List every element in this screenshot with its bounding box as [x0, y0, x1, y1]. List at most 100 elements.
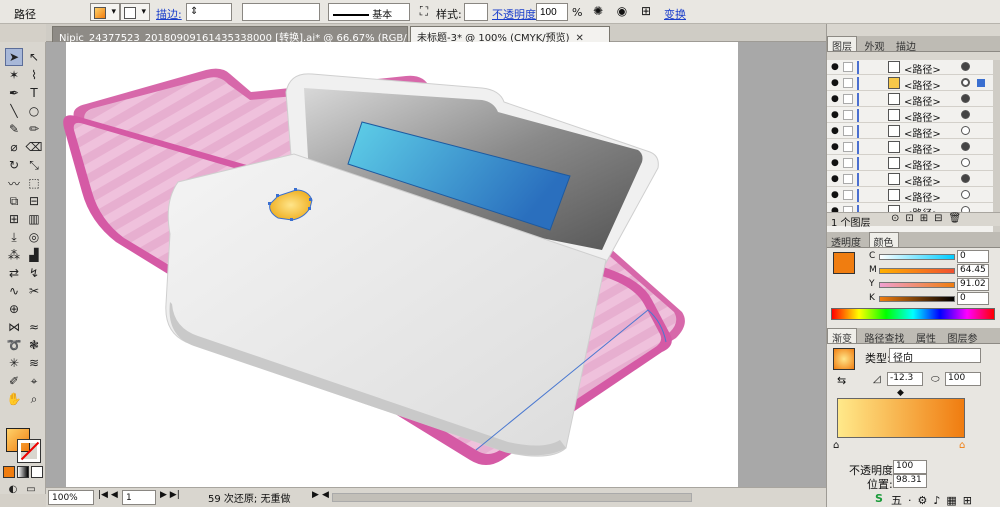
yellow-slider[interactable]: Y 91.02 — [869, 278, 995, 292]
target-icon[interactable] — [961, 126, 970, 135]
slider-track[interactable] — [879, 268, 955, 274]
layer-row[interactable]: ● <路径> — [827, 124, 993, 140]
horizontal-scrollbar[interactable] — [332, 493, 692, 502]
draw-normal-icon[interactable]: ◐ — [4, 480, 22, 498]
page-select[interactable]: 1 — [122, 490, 156, 505]
gradient-angle-input[interactable]: -12.3 — [887, 372, 923, 386]
layer-row[interactable]: ● <路径> — [827, 188, 993, 204]
eye-icon[interactable]: ● — [831, 190, 839, 200]
tab-layers[interactable]: 图层 — [827, 36, 857, 53]
zoom-tool-icon[interactable]: ⌕ — [25, 390, 43, 408]
eye-icon[interactable]: ● — [831, 126, 839, 136]
hand-tool-icon[interactable]: ✋ — [5, 390, 23, 408]
color-mode-icon[interactable] — [3, 466, 15, 478]
crystallize-tool-icon[interactable]: ✳ — [5, 354, 23, 372]
lock-toggle[interactable] — [843, 94, 853, 104]
gradient-opacity-input[interactable]: 100 — [893, 460, 927, 474]
warp-tool-icon[interactable]: 〰 — [5, 174, 23, 192]
tab-attributes[interactable]: 属性 — [912, 329, 940, 345]
tab-stroke[interactable]: 描边 — [892, 37, 920, 53]
selection-tool-icon[interactable]: ➤ — [5, 48, 23, 66]
slider-track[interactable] — [879, 282, 955, 288]
layers-list[interactable]: ● <路径> ● <路径> ● <路径> ● <路径> ● <路径> ● <路径> ● <路径… — [827, 60, 1000, 236]
eraser-tool-icon[interactable]: ⌫ — [25, 138, 43, 156]
lock-toggle[interactable] — [843, 158, 853, 168]
transform-link[interactable]: 变换 — [664, 6, 686, 22]
recolor-icon[interactable]: ✺ — [590, 3, 606, 19]
tab-transparency[interactable]: 透明度 — [827, 233, 865, 249]
screen-mode-icon[interactable]: ▭ — [22, 480, 40, 498]
reverse-gradient-icon[interactable]: ⇆ — [837, 374, 846, 387]
eye-icon[interactable]: ● — [831, 78, 839, 88]
lasso-tool-icon[interactable]: ⌇ — [25, 66, 43, 84]
first-page-icon[interactable]: |◀ ◀ — [98, 490, 118, 500]
mesh-tool-icon[interactable]: ⊞ — [5, 210, 23, 228]
eye-icon[interactable]: ● — [831, 174, 839, 184]
ellipse-tool-icon[interactable]: ○ — [25, 102, 43, 120]
pencil-tool-icon[interactable]: ✏ — [25, 120, 43, 138]
symbol-sprayer-tool-icon[interactable]: ⁂ — [5, 246, 23, 264]
lock-toggle[interactable] — [843, 62, 853, 72]
eye-icon[interactable]: ● — [831, 94, 839, 104]
scroll-left-icon[interactable]: ◀ — [322, 490, 329, 500]
stop-left-icon[interactable]: ⌂ — [833, 440, 839, 451]
tab-untitled-3[interactable]: 未标题-3* @ 100% (CMYK/预览) ✕ — [410, 26, 610, 42]
slider-track[interactable] — [879, 296, 955, 302]
eye-icon[interactable]: ● — [831, 110, 839, 120]
lock-toggle[interactable] — [843, 190, 853, 200]
layer-row[interactable]: ● <路径> — [827, 108, 993, 124]
blob-brush-tool-icon[interactable]: ⌀ — [5, 138, 23, 156]
tab-color[interactable]: 颜色 — [868, 232, 899, 249]
layer-row[interactable]: ● <路径> — [827, 172, 993, 188]
eye-icon[interactable]: ● — [831, 142, 839, 152]
gradient-ramp[interactable] — [837, 398, 965, 438]
layers-scrollbar[interactable] — [993, 60, 1000, 236]
globe-icon[interactable]: ◉ — [614, 3, 630, 19]
align-icon[interactable]: ⊞ — [638, 3, 654, 19]
target-icon[interactable] — [961, 190, 970, 199]
blend-curve-tool-icon[interactable]: ∿ — [5, 282, 23, 300]
zoom-select[interactable]: 100% — [48, 490, 94, 505]
canvas-area[interactable] — [46, 42, 826, 487]
eye-icon[interactable]: ● — [831, 158, 839, 168]
shape-builder-tool-icon[interactable]: ⧉ — [5, 192, 23, 210]
stroke-link[interactable]: 描边: — [156, 6, 182, 22]
free-transform-tool-icon[interactable]: ⬚ — [25, 174, 43, 192]
variable-width-select[interactable] — [242, 3, 320, 21]
color-fill-swatch[interactable] — [833, 252, 855, 274]
fill-color-button[interactable]: ▾ — [90, 3, 120, 21]
gradient-preview[interactable] — [833, 348, 855, 370]
direct-selection-tool-icon[interactable]: ↖ — [25, 48, 43, 66]
status-menu-icon[interactable]: ▶ — [312, 490, 319, 500]
width-tool-icon[interactable]: ⋈ — [5, 318, 23, 336]
gradient-ratio-input[interactable]: 100 — [945, 372, 981, 386]
pucker-tool-icon[interactable]: ❃ — [25, 336, 43, 354]
graphic-style-icon[interactable]: ⛶ — [416, 3, 432, 19]
black-slider[interactable]: K0 — [869, 292, 995, 306]
line-tool-icon[interactable]: ╲ — [5, 102, 23, 120]
target-icon[interactable] — [961, 62, 970, 71]
target-icon[interactable] — [961, 94, 970, 103]
artboard-tool-icon[interactable]: ⇄ — [5, 264, 23, 282]
eye-icon[interactable]: ● — [831, 62, 839, 72]
wrinkle-tool-icon[interactable]: ≋ — [25, 354, 43, 372]
close-icon[interactable]: ✕ — [576, 33, 584, 42]
tab-pathfinder[interactable]: 路径查找 — [861, 329, 909, 345]
target-icon[interactable] — [961, 110, 970, 119]
channel-value[interactable]: 0 — [957, 292, 989, 305]
crosshair-tool-icon[interactable]: ⊕ — [5, 300, 23, 318]
target-icon[interactable] — [961, 174, 970, 183]
measure-tool-icon[interactable]: ⌖ — [25, 372, 43, 390]
lock-toggle[interactable] — [843, 174, 853, 184]
type-tool-icon[interactable]: T — [25, 84, 43, 102]
opacity-input[interactable] — [536, 3, 568, 21]
layer-row[interactable]: ● <路径> — [827, 140, 993, 156]
layer-row[interactable]: ● <路径> — [827, 156, 993, 172]
layer-row[interactable]: ● <路径> — [827, 60, 993, 76]
layer-actions-icons[interactable]: ⊙⊡⊞⊟🗑 — [891, 213, 967, 224]
tab-gradient[interactable]: 渐变 — [827, 328, 857, 345]
gradient-position-input[interactable]: 98.31 — [893, 474, 927, 488]
cyan-slider[interactable]: C0 — [869, 250, 995, 264]
pen-tool-icon[interactable]: ✒ — [5, 84, 23, 102]
style-select[interactable] — [464, 3, 488, 21]
